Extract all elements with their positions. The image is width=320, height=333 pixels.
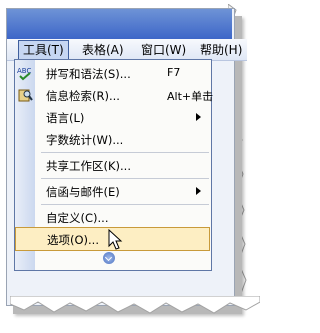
menu-item-label: 拼写和语法(S)... — [46, 67, 131, 81]
menu-item-shared-workspace[interactable]: 共享工作区(K)... — [15, 154, 211, 176]
menu-item-label: 自定义(C)... — [46, 211, 109, 225]
menu-item-language[interactable]: 语言(L) — [15, 106, 211, 128]
menu-item-shortcut: Alt+单击 — [167, 90, 214, 103]
menu-item-customize[interactable]: 自定义(C)... — [15, 206, 211, 228]
research-book-icon — [18, 89, 33, 102]
menu-separator — [41, 204, 209, 205]
menu-separator — [41, 152, 209, 153]
menu-table[interactable]: 表格(A) — [82, 42, 124, 58]
mouse-cursor-icon — [108, 229, 123, 250]
menu-item-label: 字数统计(W)... — [46, 133, 124, 147]
menu-item-label: 信函与邮件(E) — [46, 185, 120, 199]
menu-item-shortcut: F7 — [167, 66, 181, 79]
submenu-arrow-icon — [196, 113, 201, 121]
menu-help[interactable]: 帮助(H) — [200, 42, 242, 58]
submenu-arrow-icon — [196, 187, 201, 195]
menu-item-label: 语言(L) — [46, 111, 85, 125]
torn-paper-bottom-edge — [10, 296, 260, 314]
menu-item-letters-mailings[interactable]: 信函与邮件(E) — [15, 180, 211, 202]
menu-item-spelling-grammar[interactable]: ABC 拼写和语法(S)... F7 — [15, 62, 211, 84]
double-chevron-down-icon[interactable] — [103, 252, 115, 264]
menu-separator — [41, 178, 209, 179]
spelling-abc-check-icon: ABC — [17, 67, 31, 81]
menu-item-label: 共享工作区(K)... — [46, 159, 131, 173]
menu-tools[interactable]: 工具(T) — [18, 40, 69, 60]
window-title-bar — [7, 9, 232, 39]
menu-item-label: 选项(O)... — [47, 233, 99, 247]
menu-window[interactable]: 窗口(W) — [141, 42, 186, 58]
menu-item-research[interactable]: 信息检索(R)... Alt+单击 — [15, 84, 214, 106]
menu-item-label: 信息检索(R)... — [46, 89, 120, 103]
menu-item-word-count[interactable]: 字数统计(W)... — [15, 128, 211, 150]
menu-bar: 工具(T) 表格(A) 窗口(W) 帮助(H) — [7, 39, 247, 61]
